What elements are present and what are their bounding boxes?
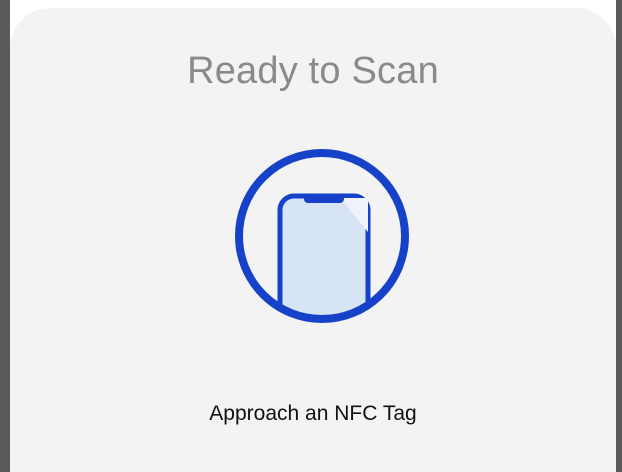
background-edge-left <box>0 0 10 472</box>
approach-tag-prompt: Approach an NFC Tag <box>209 402 417 425</box>
nfc-scan-sheet: Ready to Scan Approach an NFC Tag <box>10 8 616 472</box>
sheet-title: Ready to Scan <box>187 50 439 92</box>
phone-in-circle-icon <box>235 149 409 323</box>
background-edge-right <box>616 0 622 472</box>
